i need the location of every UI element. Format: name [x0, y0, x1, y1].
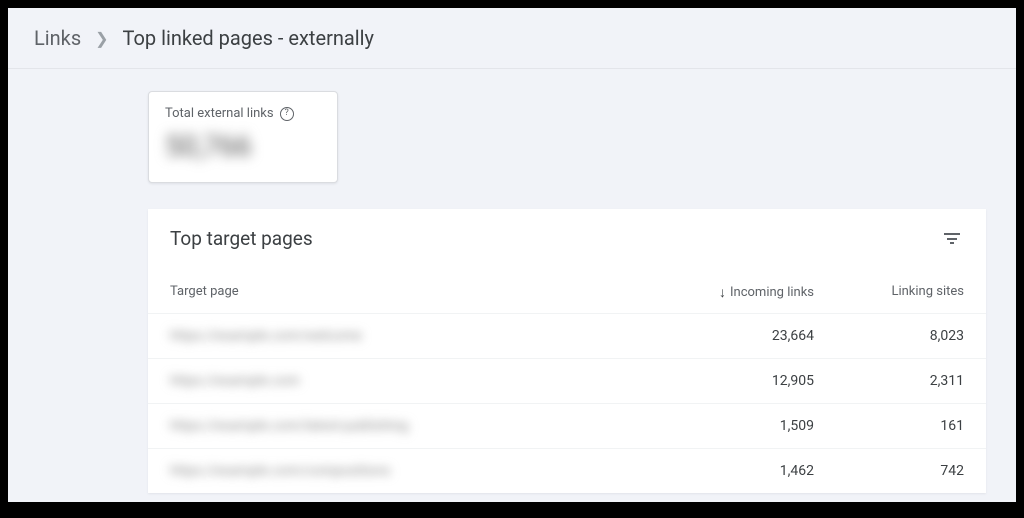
target-page-cell: https://example.com/welcome [170, 328, 664, 344]
incoming-links-cell: 12,905 [664, 373, 814, 389]
target-page-cell: https://example.com/compositions [170, 463, 664, 479]
target-page-cell: https://example.com/latest-publishing [170, 418, 664, 434]
incoming-links-cell: 1,509 [664, 418, 814, 434]
table-title: Top target pages [170, 227, 313, 250]
breadcrumb: Links ❯ Top linked pages - externally [8, 8, 1016, 69]
help-icon[interactable]: ? [280, 107, 294, 121]
linking-sites-cell: 8,023 [814, 328, 964, 344]
target-page-cell: https://example.com [170, 373, 664, 389]
breadcrumb-current: Top linked pages - externally [123, 26, 374, 50]
chevron-right-icon: ❯ [95, 29, 108, 48]
total-external-links-card: Total external links ? 50,766 [148, 91, 338, 183]
linking-sites-cell: 161 [814, 418, 964, 434]
incoming-links-cell: 23,664 [664, 328, 814, 344]
table-row[interactable]: https://example.com/welcome 23,664 8,023 [148, 313, 986, 358]
breadcrumb-root-link[interactable]: Links [34, 26, 81, 50]
column-headers: Target page ↓ Incoming links Linking sit… [148, 264, 986, 313]
stat-value: 50,766 [165, 129, 321, 164]
top-target-pages-card: Top target pages Target page ↓ Incoming … [148, 209, 986, 493]
incoming-links-cell: 1,462 [664, 463, 814, 479]
col-header-incoming[interactable]: ↓ Incoming links [664, 284, 814, 301]
stat-label: Total external links [165, 106, 274, 121]
filter-icon[interactable] [940, 229, 964, 248]
arrow-down-icon: ↓ [719, 284, 726, 301]
col-header-linking[interactable]: Linking sites [814, 284, 964, 301]
table-row[interactable]: https://example.com 12,905 2,311 [148, 358, 986, 403]
linking-sites-cell: 2,311 [814, 373, 964, 389]
col-header-target[interactable]: Target page [170, 284, 664, 301]
table-row[interactable]: https://example.com/latest-publishing 1,… [148, 403, 986, 448]
linking-sites-cell: 742 [814, 463, 964, 479]
table-row[interactable]: https://example.com/compositions 1,462 7… [148, 448, 986, 493]
